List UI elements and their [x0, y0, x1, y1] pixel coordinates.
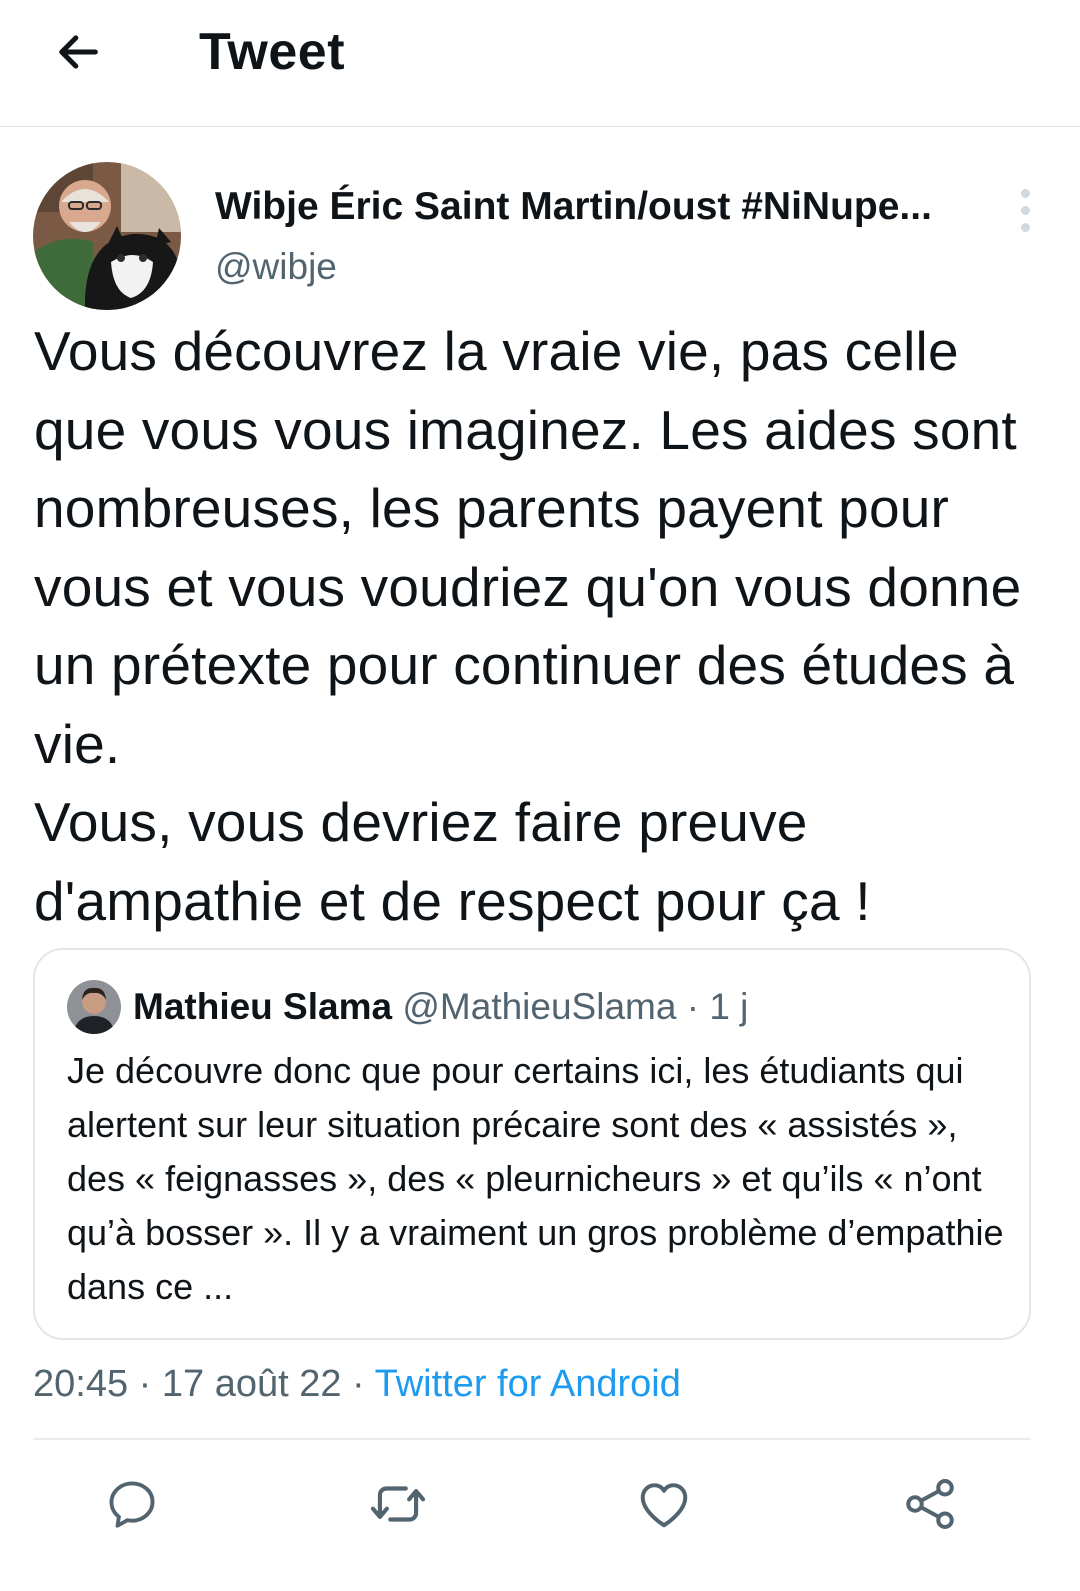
tweet-text: Vous découvrez la vraie vie, pas celle q… [34, 320, 1022, 932]
tweet-time: 20:45 [33, 1363, 129, 1405]
retweet-icon [370, 1486, 426, 1522]
tweet-date: 17 août 22 [161, 1363, 342, 1405]
reply-button[interactable] [100, 1472, 164, 1536]
tweet-meta: 20:45 · 17 août 22 · Twitter for Android [33, 1356, 681, 1412]
more-dot [1020, 205, 1030, 215]
arrow-left-icon [59, 35, 98, 69]
author-name[interactable]: Wibje Éric Saint Martin/oust #NiNupe... [215, 182, 985, 232]
quoted-tweet[interactable]: Mathieu Slama @MathieuSlama · 1 j Je déc… [33, 948, 1031, 1340]
quote-author-name: Mathieu Slama [133, 986, 393, 1027]
more-options-button[interactable] [1010, 182, 1040, 238]
meta-separator: · [352, 1363, 365, 1405]
author-avatar[interactable] [33, 162, 181, 310]
author-handle[interactable]: @wibje [215, 243, 337, 291]
avatar-image [33, 162, 181, 310]
heart-icon [640, 1483, 688, 1528]
quote-separator: · [686, 986, 700, 1027]
more-dot [1020, 222, 1030, 232]
tweet-source-link[interactable]: Twitter for Android [375, 1363, 681, 1405]
quote-author-avatar [67, 980, 121, 1034]
reply-icon [109, 1481, 155, 1528]
quote-text: Je découvre donc que pour certains ici, … [67, 1050, 1004, 1307]
share-icon [906, 1478, 954, 1530]
quote-author-handle: @MathieuSlama [402, 986, 677, 1027]
retweet-button[interactable] [366, 1472, 430, 1536]
page-title: Tweet [199, 23, 346, 81]
back-button[interactable] [48, 22, 108, 82]
quote-age: 1 j [709, 986, 749, 1027]
quote-avatar-image [67, 980, 121, 1034]
like-button[interactable] [632, 1472, 696, 1536]
share-button[interactable] [898, 1472, 962, 1536]
meta-separator: · [138, 1363, 152, 1405]
more-vertical-icon [1020, 188, 1030, 198]
top-bar: Tweet [0, 0, 1080, 127]
divider [33, 1438, 1031, 1440]
quote-header: Mathieu Slama @MathieuSlama · 1 j [133, 980, 748, 1034]
